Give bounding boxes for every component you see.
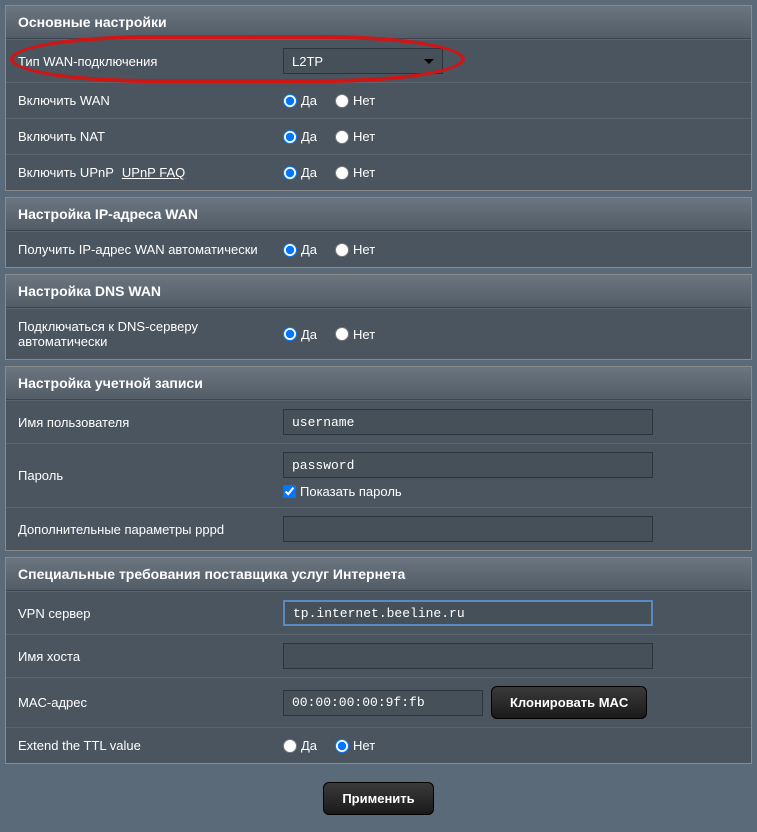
ttl-yes-radio[interactable] <box>283 739 297 753</box>
enable-nat-no-radio[interactable] <box>335 130 349 144</box>
section-account: Настройка учетной записи Имя пользовател… <box>5 366 752 551</box>
row-ttl: Extend the TTL value Да Нет <box>6 727 751 763</box>
row-enable-wan: Включить WAN Да Нет <box>6 82 751 118</box>
radio-yes-label: Да <box>301 327 317 342</box>
auto-dns-no-radio[interactable] <box>335 327 349 341</box>
enable-nat-yes-radio[interactable] <box>283 130 297 144</box>
auto-ip-no-radio[interactable] <box>335 243 349 257</box>
username-input[interactable] <box>283 409 653 435</box>
radio-yes-label: Да <box>301 242 317 257</box>
row-pppd: Дополнительные параметры pppd <box>6 507 751 550</box>
enable-upnp-label: Включить UPnP <box>18 165 114 180</box>
radio-no-label: Нет <box>353 129 375 144</box>
ttl-no-radio[interactable] <box>335 739 349 753</box>
vpn-label: VPN сервер <box>6 592 271 634</box>
row-auto-dns: Подключаться к DNS-серверу автоматически… <box>6 308 751 359</box>
section-basic: Основные настройки Тип WAN-подключения L… <box>5 5 752 191</box>
row-mac-address: MAC-адрес Клонировать MAC <box>6 677 751 727</box>
username-label: Имя пользователя <box>6 401 271 443</box>
mac-label: MAC-адрес <box>6 678 271 727</box>
mac-input[interactable] <box>283 690 483 716</box>
radio-no-label: Нет <box>353 93 375 108</box>
enable-nat-label: Включить NAT <box>6 119 271 154</box>
radio-yes-label: Да <box>301 165 317 180</box>
enable-wan-no-radio[interactable] <box>335 94 349 108</box>
radio-yes-label: Да <box>301 93 317 108</box>
enable-wan-yes-radio[interactable] <box>283 94 297 108</box>
section-header-isp: Специальные требования поставщика услуг … <box>6 558 751 591</box>
section-header-basic: Основные настройки <box>6 6 751 39</box>
pppd-label: Дополнительные параметры pppd <box>6 508 271 550</box>
enable-wan-label: Включить WAN <box>6 83 271 118</box>
enable-upnp-no-radio[interactable] <box>335 166 349 180</box>
apply-row: Применить <box>5 770 752 827</box>
upnp-faq-link[interactable]: UPnP FAQ <box>122 165 185 180</box>
row-username: Имя пользователя <box>6 400 751 443</box>
show-password-checkbox[interactable] <box>283 485 296 498</box>
row-enable-upnp: Включить UPnP UPnP FAQ Да Нет <box>6 154 751 190</box>
wan-type-select[interactable]: L2TP <box>283 48 443 74</box>
row-enable-nat: Включить NAT Да Нет <box>6 118 751 154</box>
hostname-input[interactable] <box>283 643 653 669</box>
auto-dns-yes-radio[interactable] <box>283 327 297 341</box>
apply-button[interactable]: Применить <box>323 782 433 815</box>
radio-no-label: Нет <box>353 242 375 257</box>
row-hostname: Имя хоста <box>6 634 751 677</box>
row-wan-type: Тип WAN-подключения L2TP <box>6 39 751 82</box>
radio-yes-label: Да <box>301 738 317 753</box>
pppd-input[interactable] <box>283 516 653 542</box>
hostname-label: Имя хоста <box>6 635 271 677</box>
section-wan-ip: Настройка IP-адреса WAN Получить IP-адре… <box>5 197 752 268</box>
ttl-label: Extend the TTL value <box>6 728 271 763</box>
row-vpn-server: VPN сервер <box>6 591 751 634</box>
show-password-label: Показать пароль <box>300 484 402 499</box>
auto-ip-yes-radio[interactable] <box>283 243 297 257</box>
row-password: Пароль Показать пароль <box>6 443 751 507</box>
section-dns: Настройка DNS WAN Подключаться к DNS-сер… <box>5 274 752 360</box>
password-label: Пароль <box>6 444 271 507</box>
enable-upnp-yes-radio[interactable] <box>283 166 297 180</box>
section-header-account: Настройка учетной записи <box>6 367 751 400</box>
radio-no-label: Нет <box>353 738 375 753</box>
radio-no-label: Нет <box>353 165 375 180</box>
vpn-server-input[interactable] <box>283 600 653 626</box>
section-isp: Специальные требования поставщика услуг … <box>5 557 752 764</box>
password-input[interactable] <box>283 452 653 478</box>
auto-dns-label: Подключаться к DNS-серверу автоматически <box>6 309 271 359</box>
row-auto-ip: Получить IP-адрес WAN автоматически Да Н… <box>6 231 751 267</box>
wan-type-label: Тип WAN-подключения <box>6 40 271 82</box>
radio-yes-label: Да <box>301 129 317 144</box>
section-header-dns: Настройка DNS WAN <box>6 275 751 308</box>
section-header-wan-ip: Настройка IP-адреса WAN <box>6 198 751 231</box>
radio-no-label: Нет <box>353 327 375 342</box>
clone-mac-button[interactable]: Клонировать MAC <box>491 686 647 719</box>
auto-ip-label: Получить IP-адрес WAN автоматически <box>6 232 271 267</box>
